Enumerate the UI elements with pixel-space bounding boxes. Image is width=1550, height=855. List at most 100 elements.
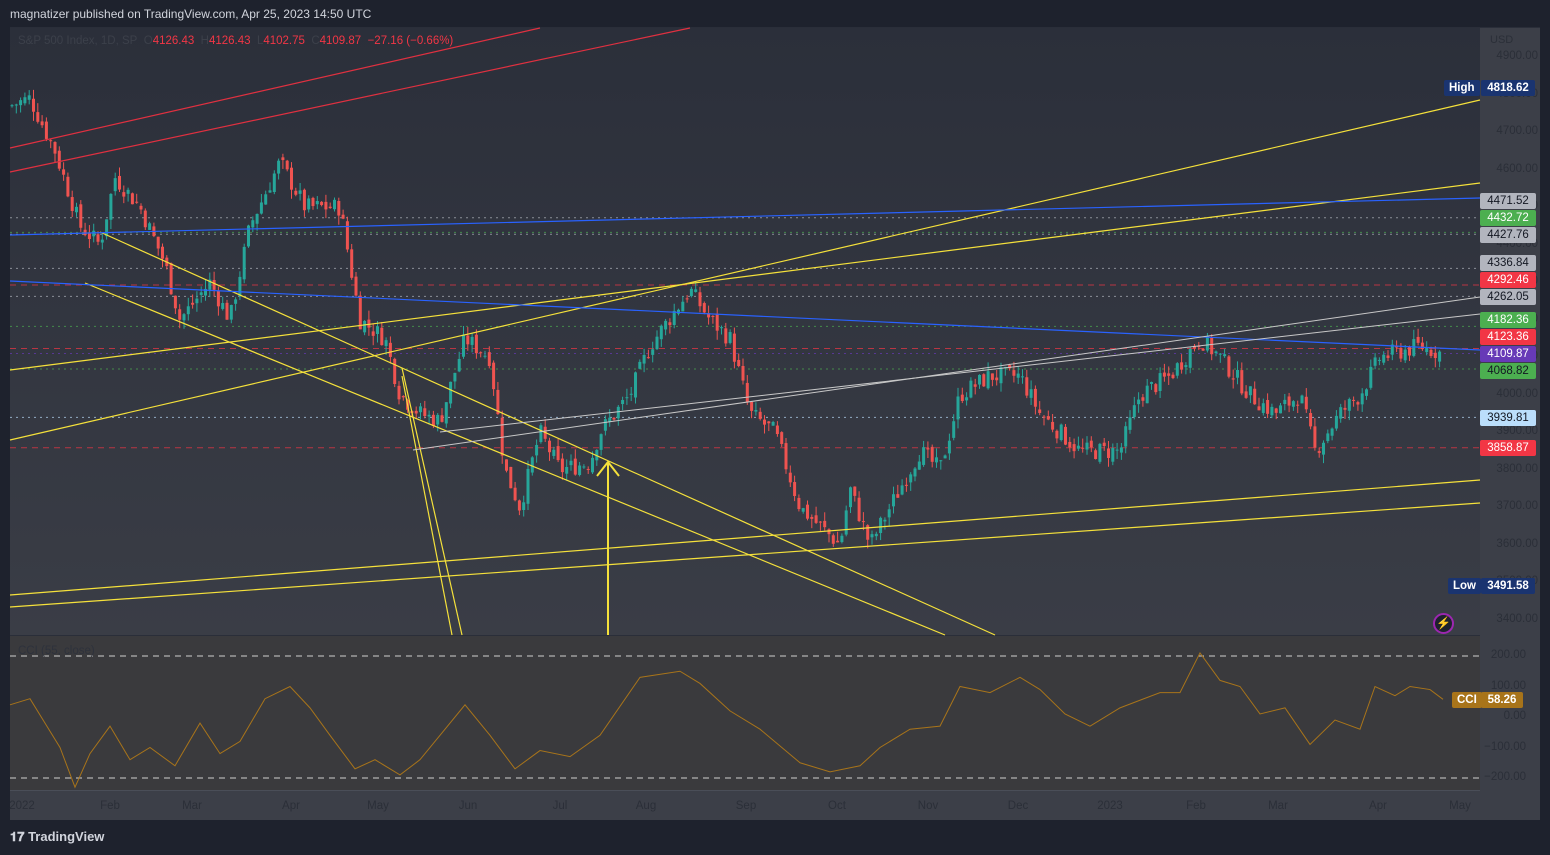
time-tick: May [1449,800,1471,812]
candle-body [1386,355,1390,358]
candle-body [487,352,491,367]
candle-body [887,509,891,518]
candle-body [53,142,57,154]
candle-body [638,361,642,369]
open-value: 4126.43 [152,35,195,47]
candle-body [1270,406,1274,416]
candle-body [70,197,74,211]
candle-body [363,320,367,333]
candle-body [109,193,113,220]
trend-line-gray [412,296,1481,451]
lightning-icon[interactable]: ⚡ [1433,613,1454,634]
candle-body [1283,399,1287,405]
high-value: 4818.62 [1481,80,1535,96]
candle-body [750,401,754,411]
candle-body [836,540,840,543]
time-tick: Mar [1268,800,1288,812]
candle-body [1214,351,1218,354]
candle-body [978,374,981,385]
price-tick: 3900.00 [1496,425,1538,438]
candle-body [186,306,190,315]
candle-body [840,535,844,543]
candle-body [333,199,336,210]
candle-body [1098,443,1102,462]
candle-body [616,406,620,419]
candle-body [913,468,917,477]
time-tick: Dec [1007,800,1029,812]
candle-body [238,276,242,297]
candle-body [1072,444,1076,452]
candle-body [560,458,564,473]
low-value: 3491.58 [1481,578,1535,594]
candle-body [767,421,771,424]
cci-label: CCI [1452,692,1482,708]
candle-body [879,517,883,534]
candle-body [444,402,448,424]
candle-body [1064,426,1067,445]
candle-body [599,434,603,450]
candle-body [44,121,48,139]
candle-body [302,189,306,211]
time-tick: 2023 [1097,800,1123,812]
time-tick: Apr [1369,800,1387,812]
candle-body [96,234,100,242]
candle-body [741,365,745,381]
candle-body [251,220,255,228]
candle-body [126,189,130,194]
candle-body [1180,362,1184,370]
time-tick: Oct [828,800,846,812]
ohlc-legend: S&P 500 Index, 1D, SP O4126.43 H4126.43 … [18,35,453,47]
candle-body [100,239,104,243]
candle-body [939,460,943,462]
tradingview-logo[interactable]: 𝟏𝟕 TradingView [10,829,104,845]
candle-body [225,302,229,320]
candle-body [973,384,977,387]
candle-body [943,455,947,459]
candle-body [694,289,698,292]
candle-body [990,373,994,380]
candle-body [1403,349,1407,361]
time-tick: May [367,800,389,812]
low-value: 4102.75 [263,35,305,47]
candle-body [956,396,960,420]
candle-body [892,494,895,507]
candle-body [625,397,629,399]
candle-body [1076,445,1080,449]
candle-body [1218,353,1222,355]
candle-body [1094,450,1098,460]
candle-body [591,457,594,473]
candle-body [27,95,31,100]
candle-body [1089,440,1093,448]
candle-body [552,449,556,456]
candle-body [1107,448,1110,458]
candle-body [1016,373,1020,378]
chart-drawings[interactable] [0,0,1550,855]
trend-line [401,367,463,636]
candle-body [526,468,530,504]
candle-body [449,381,453,404]
candle-body [1339,407,1343,419]
candle-body [646,357,650,359]
candle-body [57,150,61,169]
candle-body [1279,405,1282,414]
time-tick: Nov [917,800,939,812]
candle-body [935,457,938,463]
candle-body [612,417,616,420]
price-tick: 4700.00 [1496,125,1538,138]
candle-body [917,461,921,470]
price-level-label: 4109.87 [1480,346,1536,362]
candle-body [788,472,792,483]
candle-body [664,320,668,330]
candle-body [1369,366,1373,388]
candle-body [982,374,986,387]
candle-body [143,210,147,228]
candle-body [195,298,199,304]
candle-body [277,160,281,174]
candle-body [513,487,517,501]
candle-body [1184,365,1188,368]
candle-body [754,409,758,412]
candle-body [771,421,775,426]
candle-body [148,223,152,230]
candle-body [234,299,238,304]
candle-body [818,521,822,523]
